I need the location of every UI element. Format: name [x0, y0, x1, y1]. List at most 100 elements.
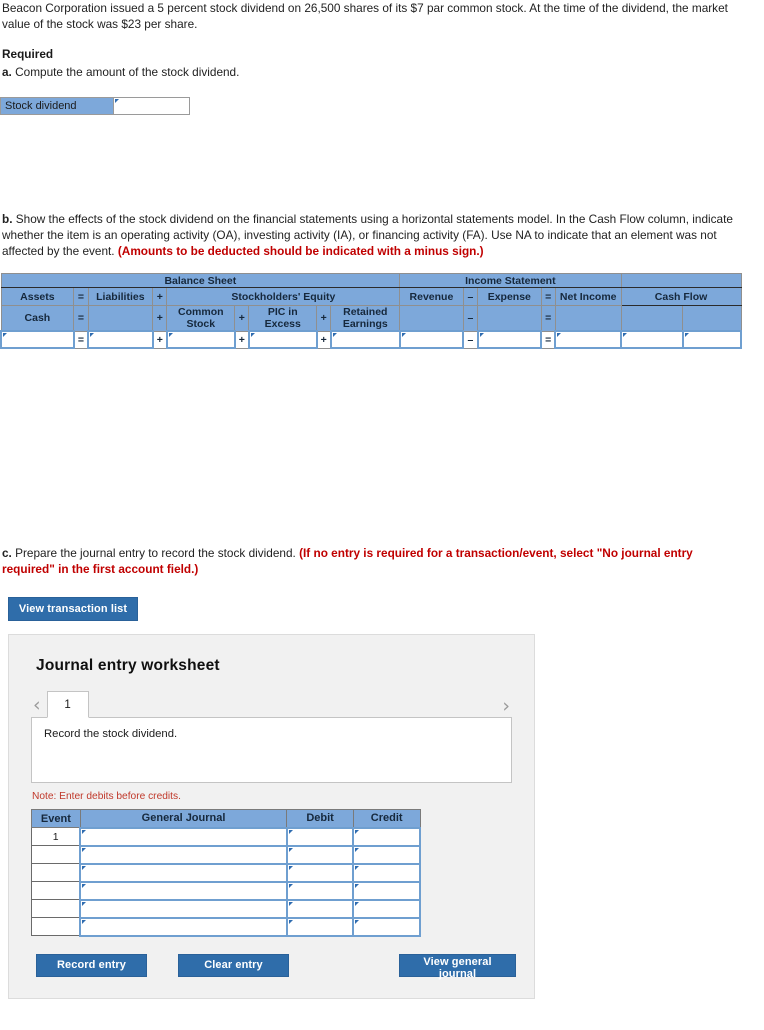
journal-credit-input-1[interactable] [354, 828, 419, 845]
hsm-op-minus-2: – [462, 305, 479, 332]
hsm-col-net-income: Net Income [554, 287, 622, 306]
journal-account-input-1[interactable] [81, 828, 286, 845]
part-c-text: Prepare the journal entry to record the … [15, 546, 296, 560]
hsm-input-cash-flow-2-cell[interactable] [681, 330, 743, 349]
journal-debit-input-5[interactable] [287, 900, 353, 917]
view-general-journal-button[interactable]: View general journal [399, 953, 516, 980]
journal-debit-input-1[interactable] [287, 828, 353, 845]
journal-account-cell-2[interactable] [79, 844, 288, 865]
hsm-input-liabilities[interactable] [89, 332, 152, 347]
table-row: Stock dividend [0, 97, 190, 115]
hsm-input-row: = + + + – = [0, 330, 743, 349]
hsm-col-expense: Expense [477, 287, 542, 306]
journal-account-cell-4[interactable] [79, 880, 288, 901]
journal-debit-cell-4[interactable] [285, 880, 355, 901]
journal-debit-cell-3[interactable] [285, 862, 355, 883]
general-journal-table: Event General Journal Debit Credit 1 [31, 809, 421, 937]
journal-credit-input-4[interactable] [354, 882, 419, 899]
journal-credit-cell-1[interactable] [352, 826, 421, 847]
journal-debit-input-2[interactable] [287, 846, 353, 863]
hsm-input-net-income[interactable] [556, 332, 621, 347]
hsm-row-op-plus-1: + [152, 330, 167, 349]
hsm-input-common-stock[interactable] [167, 332, 234, 347]
part-c-marker: c. [2, 546, 12, 560]
hsm-input-liabilities-cell[interactable] [87, 330, 154, 349]
hsm-input-cash-flow-2[interactable] [683, 332, 740, 347]
journal-debit-input-3[interactable] [287, 864, 353, 881]
journal-account-input-6[interactable] [81, 918, 286, 935]
journal-debit-cell-5[interactable] [285, 898, 355, 919]
journal-account-cell-3[interactable] [79, 862, 288, 883]
part-a-text: Compute the amount of the stock dividend… [15, 65, 240, 79]
part-b-marker: b. [2, 212, 13, 226]
view-transaction-list-button[interactable]: View transaction list [8, 597, 138, 621]
journal-event-2 [31, 845, 81, 864]
hsm-input-cash-cell[interactable] [0, 330, 75, 349]
hsm-input-pic-in-excess-cell[interactable] [247, 330, 318, 349]
journal-account-input-5[interactable] [81, 900, 286, 917]
hsm-sub-pic-in-excess: PIC in Excess [248, 305, 318, 332]
journal-credit-cell-3[interactable] [352, 862, 421, 883]
hsm-input-retained-earnings[interactable] [331, 332, 399, 347]
hsm-input-cash-flow-1[interactable] [622, 332, 682, 347]
journal-credit-cell-5[interactable] [352, 898, 421, 919]
journal-col-event: Event [31, 809, 81, 828]
hsm-group-header-row: Balance Sheet Income Statement [0, 273, 742, 288]
journal-account-input-2[interactable] [81, 846, 286, 863]
hsm-sub-expense-blank [477, 305, 542, 332]
record-entry-button[interactable]: Record entry [36, 953, 147, 977]
hsm-op-equals-3: = [73, 305, 89, 332]
stock-dividend-label: Stock dividend [0, 97, 114, 115]
worksheet-tab-1-label: 1 [64, 698, 71, 711]
hsm-input-common-stock-cell[interactable] [165, 330, 236, 349]
hsm-input-revenue[interactable] [400, 332, 463, 347]
journal-credit-input-3[interactable] [354, 864, 419, 881]
journal-debit-input-4[interactable] [287, 882, 353, 899]
hsm-input-revenue-cell[interactable] [398, 330, 465, 349]
hsm-input-expense-cell[interactable] [476, 330, 543, 349]
hsm-input-cash-flow-1-cell[interactable] [620, 330, 684, 349]
journal-account-cell-6[interactable] [79, 916, 288, 937]
hsm-col-liabilities: Liabilities [87, 287, 154, 306]
hsm-input-cash[interactable] [2, 332, 73, 347]
hsm-op-plus-1: + [152, 287, 168, 306]
journal-debit-cell-2[interactable] [285, 844, 355, 865]
panel-title: Journal entry worksheet [36, 657, 220, 674]
journal-credit-cell-4[interactable] [352, 880, 421, 901]
journal-account-cell-1[interactable] [79, 826, 288, 847]
table-row [31, 916, 421, 937]
hsm-input-retained-earnings-cell[interactable] [329, 330, 401, 349]
journal-credit-input-6[interactable] [354, 918, 419, 935]
journal-debit-cell-1[interactable] [285, 826, 355, 847]
hsm-group-balance-sheet: Balance Sheet [0, 273, 401, 288]
journal-event-3 [31, 863, 81, 882]
hsm-col-cash-flow: Cash Flow [620, 287, 742, 306]
journal-debit-input-6[interactable] [287, 918, 353, 935]
hsm-header-row-2: Assets = Liabilities + Stockholders' Equ… [0, 287, 742, 306]
stock-dividend-input[interactable] [114, 98, 189, 114]
journal-credit-input-5[interactable] [354, 900, 419, 917]
hsm-input-net-income-cell[interactable] [554, 330, 623, 349]
journal-credit-input-2[interactable] [354, 846, 419, 863]
journal-account-cell-5[interactable] [79, 898, 288, 919]
journal-credit-cell-6[interactable] [352, 916, 421, 937]
part-b-prompt: b. Show the effects of the stock dividen… [0, 211, 764, 259]
hsm-input-expense[interactable] [478, 332, 541, 347]
journal-debit-cell-6[interactable] [285, 916, 355, 937]
worksheet-tab-1[interactable]: 1 [46, 691, 89, 718]
chevron-left-icon[interactable]: ‹ [31, 696, 47, 718]
table-row: 1 [31, 826, 421, 847]
exercise-page: Beacon Corporation issued a 5 percent st… [0, 0, 764, 1030]
hsm-sub-cash: Cash [0, 305, 75, 332]
clear-entry-button[interactable]: Clear entry [178, 953, 289, 977]
journal-account-input-3[interactable] [81, 864, 286, 881]
hsm-sub-retained-earnings: Retained Earnings [330, 305, 401, 332]
stock-dividend-input-cell[interactable] [113, 97, 190, 115]
hsm-op-equals-4: = [540, 305, 556, 332]
journal-account-input-4[interactable] [81, 882, 286, 899]
hsm-input-pic-in-excess[interactable] [249, 332, 316, 347]
journal-credit-cell-2[interactable] [352, 844, 421, 865]
chevron-right-icon[interactable]: › [502, 697, 510, 716]
hsm-sub-revenue-blank [399, 305, 464, 332]
journal-col-credit: Credit [352, 809, 421, 828]
